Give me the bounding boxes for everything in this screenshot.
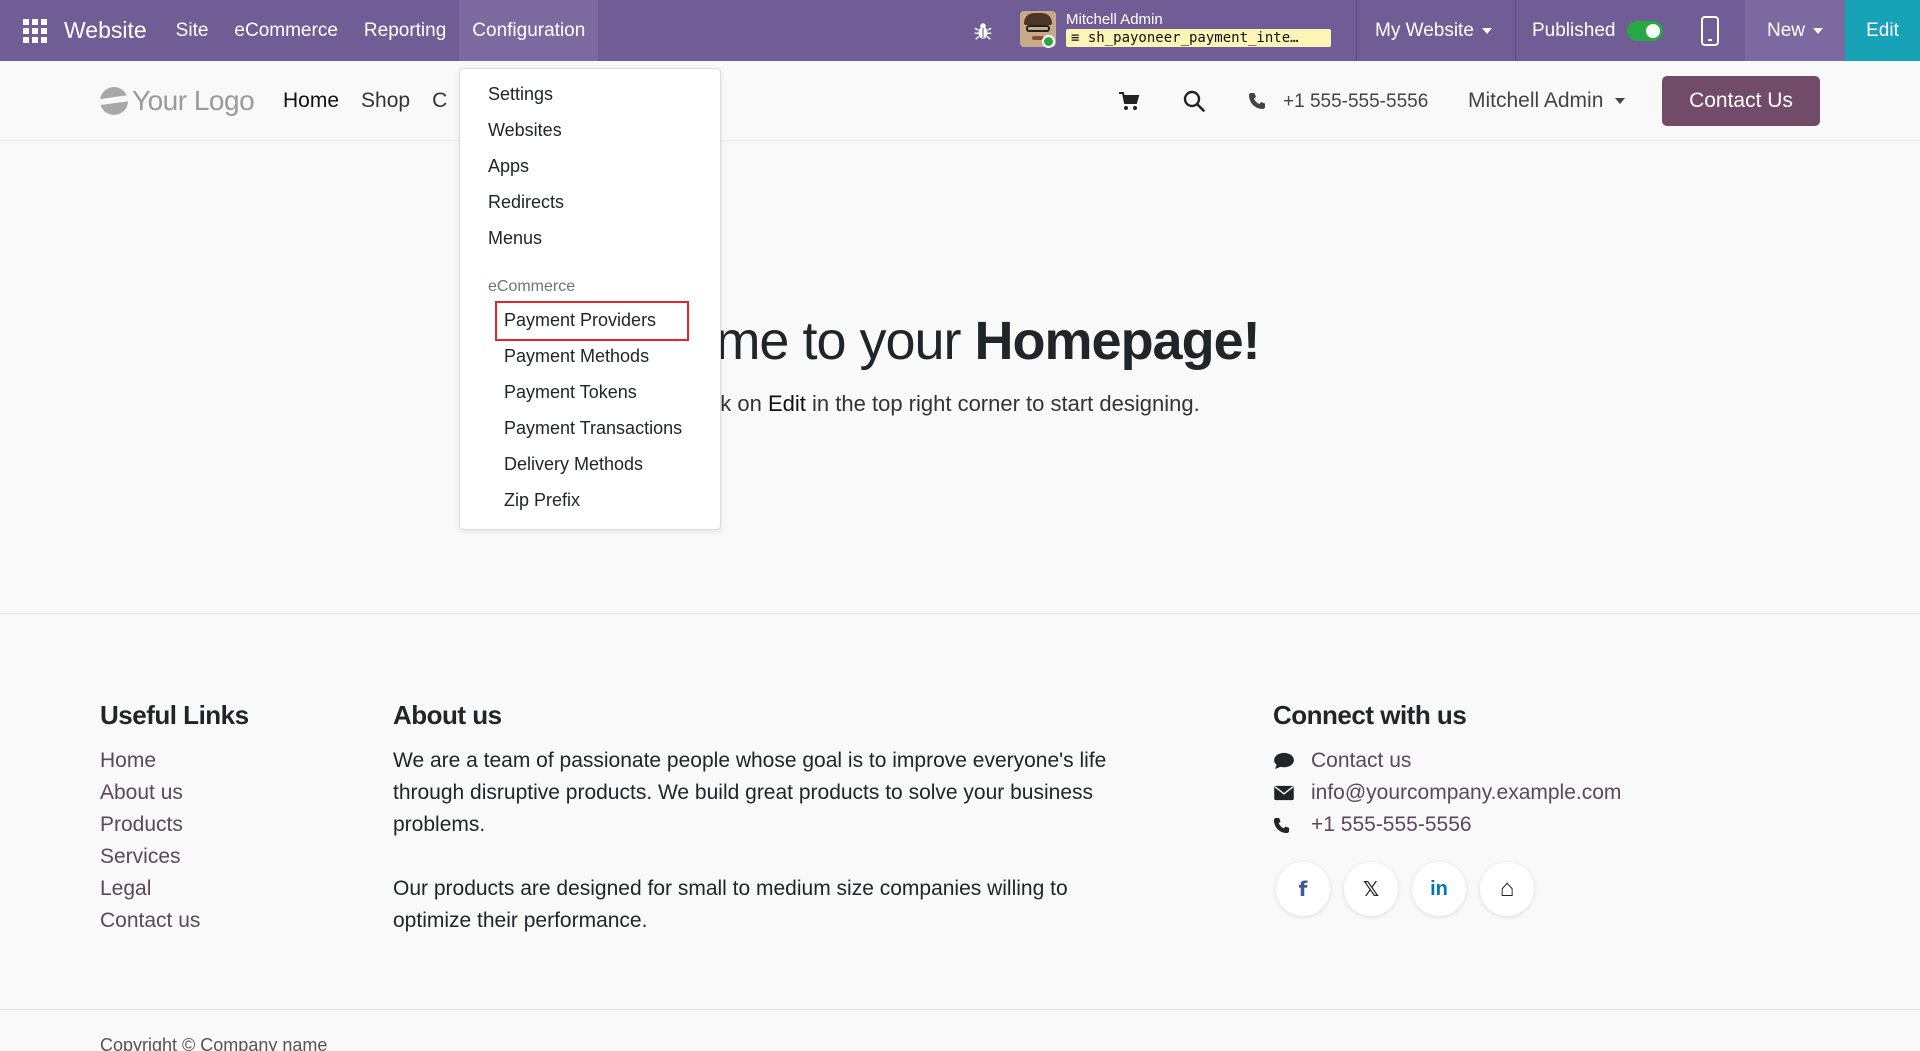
menu-item-zip-prefix[interactable]: Zip Prefix: [504, 490, 580, 511]
user-switcher[interactable]: Mitchell Admin ≡ sh_payoneer_payment_int…: [1020, 11, 1331, 47]
phone-icon: [1249, 93, 1265, 109]
caret-down-icon: [1813, 27, 1823, 34]
copyright: Copyright © Company name: [100, 1035, 328, 1051]
menu-configuration[interactable]: Configuration: [459, 0, 599, 61]
connect-list: Contact us info@yourcompany.example.com …: [1273, 745, 1621, 841]
logo-text: Your Logo: [132, 85, 255, 116]
site-nav: Home Shop C: [283, 89, 469, 113]
connect-phone-label: +1 555-555-5556: [1311, 813, 1472, 836]
menu-item-payment-tokens[interactable]: Payment Tokens: [504, 382, 637, 403]
footer-link-about[interactable]: About us: [100, 777, 200, 809]
menu-item-payment-methods[interactable]: Payment Methods: [504, 346, 649, 367]
app-brand[interactable]: Website: [64, 17, 147, 44]
site-logo[interactable]: Your Logo: [100, 85, 255, 117]
website-switcher[interactable]: My Website: [1375, 0, 1492, 61]
comment-icon: [1273, 751, 1297, 771]
configuration-dropdown: Settings Websites Apps Redirects Menus e…: [459, 68, 721, 530]
site-header: Your Logo Home Shop C +1 555-555-5556 Mi…: [0, 61, 1920, 141]
edit-button[interactable]: Edit: [1845, 0, 1920, 61]
about-paragraph: Our products are designed for small to m…: [393, 877, 1068, 932]
menu-section-ecommerce: eCommerce: [488, 278, 576, 295]
footer-useful-links-title: Useful Links: [100, 700, 249, 730]
hero-subtitle-bold: Edit: [768, 391, 806, 416]
mobile-preview-icon[interactable]: [1700, 16, 1720, 46]
connect-email[interactable]: info@yourcompany.example.com: [1273, 777, 1621, 809]
footer-link-home[interactable]: Home: [100, 745, 200, 777]
cart-icon[interactable]: [1118, 91, 1140, 111]
social-links: f 𝕏 in ⌂: [1276, 862, 1548, 916]
published-switch[interactable]: [1627, 20, 1664, 41]
copyright-divider: [0, 1009, 1920, 1010]
nav-shop[interactable]: Shop: [361, 89, 410, 113]
divider: [1515, 0, 1516, 61]
site-user-name: Mitchell Admin: [1468, 89, 1604, 112]
publish-toggle[interactable]: Published: [1532, 0, 1664, 61]
menu-ecommerce[interactable]: eCommerce: [221, 0, 350, 61]
footer-link-products[interactable]: Products: [100, 809, 200, 841]
phone-icon: [1273, 815, 1297, 835]
new-label: New: [1766, 19, 1805, 41]
apps-menu-button[interactable]: [0, 0, 70, 61]
x-twitter-icon[interactable]: 𝕏: [1344, 862, 1398, 916]
menu-item-menus[interactable]: Menus: [488, 228, 542, 249]
envelope-icon: [1273, 783, 1297, 803]
nav-home[interactable]: Home: [283, 89, 339, 113]
online-status-dot: [1042, 35, 1055, 48]
header-phone[interactable]: +1 555-555-5556: [1283, 91, 1428, 113]
database-badge: ≡ sh_payoneer_payment_inte…: [1066, 28, 1331, 47]
connect-email-label: info@yourcompany.example.com: [1311, 781, 1622, 804]
hero-subtitle-prefix: k on: [720, 391, 768, 416]
footer-link-contact[interactable]: Contact us: [100, 905, 200, 937]
about-paragraph: We are a team of passionate people whose…: [393, 749, 1107, 836]
topbar-user-name: Mitchell Admin: [1066, 10, 1163, 28]
contact-us-button[interactable]: Contact Us: [1662, 76, 1820, 126]
hero-subtitle-suffix: in the top right corner to start designi…: [805, 391, 1200, 416]
connect-contact-label: Contact us: [1311, 749, 1412, 772]
menu-site[interactable]: Site: [163, 0, 222, 61]
top-menu: Site eCommerce Reporting Configuration: [163, 0, 599, 61]
debug-bug-icon[interactable]: [972, 20, 994, 42]
admin-navbar: Website Site eCommerce Reporting Configu…: [0, 0, 1920, 61]
hero-title-bold: Homepage!: [974, 311, 1261, 371]
footer-connect-title: Connect with us: [1273, 700, 1467, 730]
linkedin-icon[interactable]: in: [1412, 862, 1466, 916]
footer-divider: [0, 613, 1920, 614]
divider: [1356, 0, 1357, 61]
footer-link-legal[interactable]: Legal: [100, 873, 200, 905]
footer-about-title: About us: [393, 700, 502, 730]
website-switcher-label: My Website: [1375, 19, 1474, 41]
connect-contact[interactable]: Contact us: [1273, 745, 1621, 777]
home-icon[interactable]: ⌂: [1480, 862, 1534, 916]
new-content-button[interactable]: New: [1745, 0, 1845, 61]
menu-item-delivery-methods[interactable]: Delivery Methods: [504, 454, 643, 475]
caret-down-icon: [1615, 98, 1626, 104]
menu-item-apps[interactable]: Apps: [488, 156, 529, 177]
search-icon[interactable]: [1183, 90, 1205, 112]
hero-subtitle: k on Edit in the top right corner to sta…: [0, 391, 1920, 417]
apps-grid-icon: [23, 18, 47, 43]
highlight-box: [495, 301, 689, 341]
site-user-menu[interactable]: Mitchell Admin: [1468, 89, 1626, 113]
useful-links-list: Home About us Products Services Legal Co…: [100, 745, 200, 937]
connect-phone[interactable]: +1 555-555-5556: [1273, 809, 1621, 841]
caret-down-icon: [1481, 27, 1492, 34]
footer-link-services[interactable]: Services: [100, 841, 200, 873]
menu-reporting[interactable]: Reporting: [351, 0, 459, 61]
logo-mark-icon: [100, 87, 128, 115]
menu-item-settings[interactable]: Settings: [488, 84, 553, 105]
nav-contact-partial[interactable]: C: [432, 89, 447, 113]
footer-about-text: We are a team of passionate people whose…: [393, 745, 1113, 937]
published-label: Published: [1532, 19, 1616, 41]
hero-title: come to your Homepage!: [0, 310, 1920, 372]
menu-item-redirects[interactable]: Redirects: [488, 192, 564, 213]
database-icon: ≡: [1071, 29, 1088, 46]
facebook-icon[interactable]: f: [1276, 862, 1330, 916]
menu-item-websites[interactable]: Websites: [488, 120, 562, 141]
menu-item-payment-transactions[interactable]: Payment Transactions: [504, 418, 682, 439]
